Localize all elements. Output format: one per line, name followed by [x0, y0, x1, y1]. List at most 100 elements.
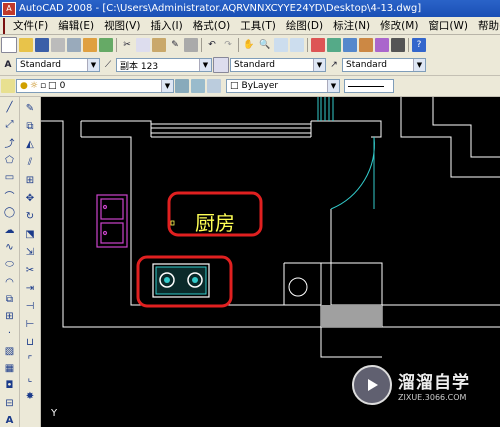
- match-properties-icon[interactable]: ✎: [168, 38, 182, 52]
- break-icon[interactable]: ⊢: [23, 317, 37, 331]
- join-icon[interactable]: ⊔: [23, 335, 37, 349]
- trim-icon[interactable]: ✂: [23, 263, 37, 277]
- stretch-icon[interactable]: ⇲: [23, 245, 37, 259]
- menu-tools[interactable]: 工具(T): [235, 18, 281, 33]
- point-icon[interactable]: ·: [3, 327, 17, 340]
- styles-toolbar: A Standard ▼ ⟋ 副本 123 ▼ Standard ▼ ↗ Sta…: [0, 55, 500, 76]
- autocad-app-icon[interactable]: A: [2, 1, 16, 16]
- insert-block-icon[interactable]: ⧉: [3, 293, 17, 306]
- fillet-icon[interactable]: ⌞: [23, 371, 37, 385]
- properties-icon[interactable]: [311, 38, 325, 52]
- chamfer-icon[interactable]: ⌜: [23, 353, 37, 367]
- layer-previous-icon[interactable]: [191, 79, 205, 93]
- move-icon[interactable]: ✥: [23, 191, 37, 205]
- copy-icon[interactable]: [136, 38, 150, 52]
- hatch-icon[interactable]: ▧: [3, 345, 17, 358]
- dimension-style-icon[interactable]: ⟋: [101, 58, 115, 72]
- sheet-set-icon[interactable]: [359, 38, 373, 52]
- open-file-icon[interactable]: [19, 38, 33, 52]
- layer-states-icon[interactable]: [207, 79, 221, 93]
- pan-realtime-icon[interactable]: ✋: [242, 38, 256, 52]
- menu-draw[interactable]: 绘图(D): [281, 18, 328, 33]
- ellipse-icon[interactable]: ⬭: [3, 258, 17, 271]
- block-editor-icon[interactable]: [184, 38, 198, 52]
- menu-format[interactable]: 格式(O): [188, 18, 235, 33]
- rotate-icon[interactable]: ↻: [23, 209, 37, 223]
- break-at-point-icon[interactable]: ⊣: [23, 299, 37, 313]
- 3d-dwf-icon[interactable]: [99, 38, 113, 52]
- save-icon[interactable]: [35, 38, 49, 52]
- polyline-icon[interactable]: ⤴: [3, 136, 17, 150]
- undo-icon[interactable]: ↶: [205, 38, 219, 52]
- plot-preview-icon[interactable]: [67, 38, 81, 52]
- menu-view[interactable]: 视图(V): [99, 18, 145, 33]
- extend-icon[interactable]: ⇥: [23, 281, 37, 295]
- multileader-style-icon[interactable]: ↗: [327, 58, 341, 72]
- zoom-realtime-icon[interactable]: 🔍: [258, 38, 272, 52]
- circle-icon[interactable]: ◯: [3, 206, 17, 219]
- tool-palettes-icon[interactable]: [343, 38, 357, 52]
- chevron-down-icon[interactable]: ▼: [327, 80, 339, 92]
- design-center-icon[interactable]: [327, 38, 341, 52]
- redo-icon[interactable]: ↷: [221, 38, 235, 52]
- line-icon[interactable]: ╱: [3, 101, 17, 114]
- markup-icon[interactable]: [375, 38, 389, 52]
- construction-line-icon[interactable]: ⤢: [3, 118, 17, 131]
- rectangle-icon[interactable]: ▭: [3, 171, 17, 184]
- explode-icon[interactable]: ✸: [23, 389, 37, 403]
- multiline-text-icon[interactable]: A: [3, 414, 17, 427]
- make-object-layer-current-icon[interactable]: [175, 79, 189, 93]
- revision-cloud-icon[interactable]: ☁: [3, 223, 17, 236]
- menu-window[interactable]: 窗口(W): [423, 18, 473, 33]
- color-control-dropdown[interactable]: □ ByLayer ▼: [226, 79, 340, 93]
- menu-dimension[interactable]: 标注(N): [328, 18, 375, 33]
- table-style-dropdown[interactable]: Standard ▼: [230, 58, 326, 72]
- table-icon[interactable]: ⊟: [3, 396, 17, 409]
- print-icon[interactable]: [51, 38, 65, 52]
- publish-icon[interactable]: [83, 38, 97, 52]
- scale-icon[interactable]: ⬔: [23, 227, 37, 241]
- menu-modify[interactable]: 修改(M): [375, 18, 423, 33]
- region-icon[interactable]: ◘: [3, 379, 17, 392]
- table-style-icon[interactable]: [213, 57, 229, 73]
- zoom-window-icon[interactable]: [274, 38, 288, 52]
- quickcalc-icon[interactable]: [391, 38, 405, 52]
- chevron-down-icon[interactable]: ▼: [161, 80, 173, 92]
- menu-help[interactable]: 帮助(H): [473, 18, 500, 33]
- spline-icon[interactable]: ∿: [3, 241, 17, 254]
- help-icon[interactable]: ?: [412, 38, 426, 52]
- offset-icon[interactable]: ⫽: [23, 155, 37, 169]
- array-icon[interactable]: ⊞: [23, 173, 37, 187]
- menu-insert[interactable]: 插入(I): [145, 18, 187, 33]
- text-style-dropdown[interactable]: Standard ▼: [16, 58, 100, 72]
- zoom-previous-icon[interactable]: [290, 38, 304, 52]
- menu-edit[interactable]: 编辑(E): [53, 18, 99, 33]
- copy-object-icon[interactable]: ⧉: [23, 119, 37, 133]
- chevron-down-icon[interactable]: ▼: [87, 59, 99, 71]
- cut-icon[interactable]: ✂: [120, 38, 134, 52]
- ellipse-arc-icon[interactable]: ◠: [3, 275, 17, 288]
- new-file-icon[interactable]: [1, 37, 17, 53]
- paste-icon[interactable]: [152, 38, 166, 52]
- make-block-icon[interactable]: ⊞: [3, 310, 17, 323]
- arc-icon[interactable]: ⌒: [3, 188, 17, 203]
- menu-file[interactable]: 文件(F): [8, 18, 53, 33]
- toolbar-separator: [238, 38, 239, 52]
- chevron-down-icon[interactable]: ▼: [313, 59, 325, 71]
- chevron-down-icon[interactable]: ▼: [199, 59, 211, 71]
- play-triangle-icon: [368, 379, 378, 391]
- gradient-icon[interactable]: ▦: [3, 362, 17, 375]
- lightbulb-icon: ●: [20, 81, 28, 91]
- layer-properties-icon[interactable]: [1, 79, 15, 93]
- linetype-control-dropdown[interactable]: [344, 79, 394, 93]
- polygon-icon[interactable]: ⬠: [3, 154, 17, 167]
- mirror-icon[interactable]: ◭: [23, 137, 37, 151]
- autocad-logo-icon[interactable]: [3, 17, 5, 34]
- dimension-style-dropdown[interactable]: 副本 123 ▼: [116, 58, 212, 72]
- room-label-kitchen[interactable]: 厨房: [195, 207, 235, 236]
- layer-dropdown[interactable]: ● ☼ ▫ □ 0 ▼: [16, 79, 174, 93]
- chevron-down-icon[interactable]: ▼: [413, 59, 425, 71]
- multileader-style-dropdown[interactable]: Standard ▼: [342, 58, 426, 72]
- erase-icon[interactable]: ✎: [23, 101, 37, 115]
- text-style-icon[interactable]: A: [1, 58, 15, 72]
